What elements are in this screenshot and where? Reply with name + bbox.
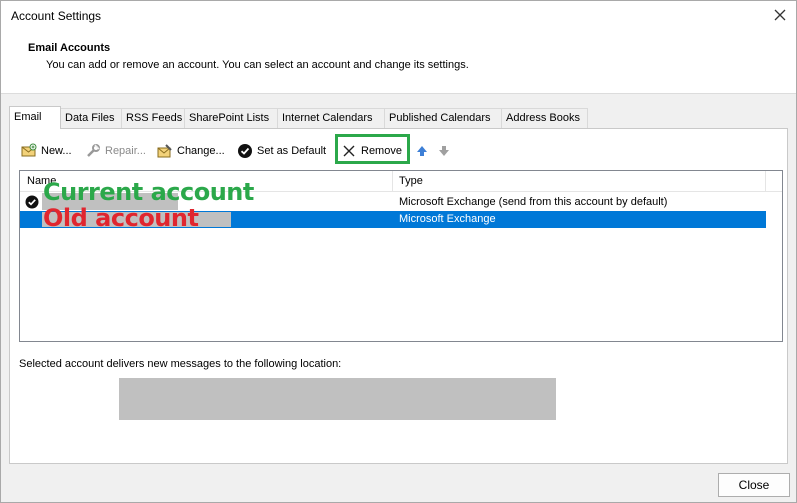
new-button-label: New... (41, 145, 72, 157)
type-column-header[interactable]: Type (399, 175, 423, 187)
move-down-button[interactable] (436, 142, 456, 160)
default-account-check-icon (25, 195, 39, 209)
close-button[interactable]: Close (718, 473, 790, 497)
dialog-header: Email Accounts You can add or remove an … (1, 32, 796, 94)
move-up-button[interactable] (414, 142, 434, 160)
change-account-icon (157, 143, 173, 159)
tab-rss-feeds[interactable]: RSS Feeds (121, 108, 185, 128)
close-window-icon[interactable] (772, 7, 788, 23)
close-icon (341, 143, 357, 159)
delivery-location-label: Selected account delivers new messages t… (19, 358, 342, 370)
header-title: Email Accounts (28, 42, 111, 54)
new-account-icon (21, 143, 37, 159)
arrow-up-icon (414, 143, 430, 159)
tab-data-files[interactable]: Data Files (60, 108, 122, 128)
change-button-label: Change... (177, 145, 225, 157)
change-button[interactable]: Change... (157, 142, 225, 160)
title-bar: Account Settings (1, 1, 796, 32)
redacted-delivery-location (119, 378, 556, 420)
tab-published-calendars[interactable]: Published Calendars (384, 108, 502, 128)
repair-button[interactable]: Repair... (85, 142, 146, 160)
new-button[interactable]: New... (21, 142, 72, 160)
account-type: Microsoft Exchange (send from this accou… (399, 196, 668, 208)
old-account-annotation: Old account (43, 204, 199, 232)
check-circle-icon (237, 143, 253, 159)
tab-address-books[interactable]: Address Books (501, 108, 588, 128)
remove-button-label: Remove (361, 145, 402, 157)
wrench-icon (85, 143, 101, 159)
set-as-default-button[interactable]: Set as Default (237, 142, 326, 160)
current-account-annotation: Current account (43, 178, 254, 206)
header-description: You can add or remove an account. You ca… (46, 59, 469, 71)
column-divider[interactable] (765, 171, 766, 192)
tab-sharepoint-lists[interactable]: SharePoint Lists (184, 108, 278, 128)
arrow-down-icon (436, 143, 452, 159)
remove-button[interactable]: Remove (341, 142, 402, 160)
window-title: Account Settings (11, 9, 102, 23)
email-tab-panel: New... Repair... Change... Set as Defaul… (9, 128, 788, 464)
repair-button-label: Repair... (105, 145, 146, 157)
account-type: Microsoft Exchange (399, 213, 496, 225)
tab-email[interactable]: Email (9, 106, 61, 129)
account-settings-dialog: Account Settings Email Accounts You can … (0, 0, 797, 503)
column-divider[interactable] (392, 171, 393, 192)
tab-internet-calendars[interactable]: Internet Calendars (277, 108, 385, 128)
set-as-default-label: Set as Default (257, 145, 327, 157)
